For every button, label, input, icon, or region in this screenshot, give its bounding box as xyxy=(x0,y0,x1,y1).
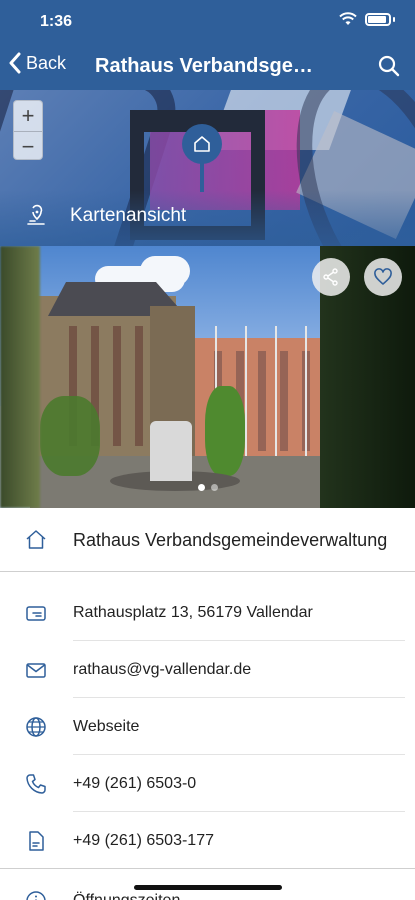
photo-fountain xyxy=(150,421,192,481)
search-icon[interactable] xyxy=(377,54,401,78)
list-item-address[interactable]: Rathausplatz 13, 56179 Vallendar xyxy=(0,584,415,641)
heart-icon xyxy=(374,268,392,285)
chevron-left-icon xyxy=(9,52,21,74)
photo-flagpole xyxy=(245,326,247,466)
map-view-label: Kartenansicht xyxy=(70,205,187,226)
top-bar: 1:36 Back Rathaus Verbandsgemeindeverwal… xyxy=(0,0,415,90)
details-list: Rathaus Verbandsgemeindeverwaltung Ratha… xyxy=(0,508,415,900)
globe-icon xyxy=(24,715,48,739)
document-icon xyxy=(24,829,48,853)
page-title: Rathaus Verbandsgemeindeverwaltung xyxy=(95,55,330,77)
fax-text: +49 (261) 6503-177 xyxy=(73,831,214,849)
back-label: Back xyxy=(26,52,67,73)
share-icon xyxy=(323,268,338,286)
list-item-name: Rathaus Verbandsgemeindeverwaltung xyxy=(0,508,415,572)
address-card-icon xyxy=(24,601,48,625)
photo-cloud xyxy=(140,256,190,286)
share-button[interactable] xyxy=(312,258,350,296)
zoom-control: + − xyxy=(13,100,43,160)
list-item-opening-hours[interactable]: Öffnungszeiten xyxy=(0,881,415,900)
carousel-dot[interactable] xyxy=(197,484,205,491)
wifi-icon xyxy=(339,12,357,25)
home-indicator[interactable] xyxy=(134,885,282,890)
map-pin-tail xyxy=(200,162,204,192)
home-icon xyxy=(194,136,210,152)
email-text: rathaus@vg-vallendar.de xyxy=(73,660,252,678)
phone-text: +49 (261) 6503-0 xyxy=(73,774,197,792)
info-icon xyxy=(24,889,48,900)
zoom-out-button[interactable]: − xyxy=(14,131,42,161)
list-item-website[interactable]: Webseite xyxy=(0,698,415,755)
phone-icon xyxy=(24,772,48,796)
carousel-dot[interactable] xyxy=(210,484,218,491)
photo-flagpole xyxy=(275,326,277,466)
status-time: 1:36 xyxy=(40,13,73,30)
back-button[interactable]: Back xyxy=(8,52,66,74)
website-text: Webseite xyxy=(73,717,140,735)
photo-flagpole xyxy=(305,326,307,466)
mail-icon xyxy=(24,658,48,682)
status-icons xyxy=(339,12,395,26)
list-item-fax[interactable]: +49 (261) 6503-177 xyxy=(0,812,415,869)
opening-hours-text: Öffnungszeiten xyxy=(73,889,180,900)
list-item-email[interactable]: rathaus@vg-vallendar.de xyxy=(0,641,415,698)
map-view-link[interactable]: Kartenansicht xyxy=(24,204,186,228)
photo-tree xyxy=(205,386,245,476)
photo-tree xyxy=(0,246,40,508)
home-icon xyxy=(24,528,48,552)
section-gap xyxy=(0,869,415,881)
battery-icon xyxy=(365,12,391,26)
map-pin[interactable] xyxy=(182,124,222,164)
address-text: Rathausplatz 13, 56179 Vallendar xyxy=(73,603,313,621)
photo-carousel[interactable] xyxy=(0,246,415,508)
zoom-in-button[interactable]: + xyxy=(14,101,42,131)
carousel-dots xyxy=(0,484,415,491)
location-pin-icon xyxy=(27,204,45,225)
list-item-phone[interactable]: +49 (261) 6503-0 xyxy=(0,755,415,812)
photo-tree xyxy=(40,396,100,476)
section-gap xyxy=(0,572,415,584)
favorite-button[interactable] xyxy=(364,258,402,296)
battery-tip xyxy=(393,16,395,22)
place-name: Rathaus Verbandsgemeindeverwaltung xyxy=(73,529,388,550)
